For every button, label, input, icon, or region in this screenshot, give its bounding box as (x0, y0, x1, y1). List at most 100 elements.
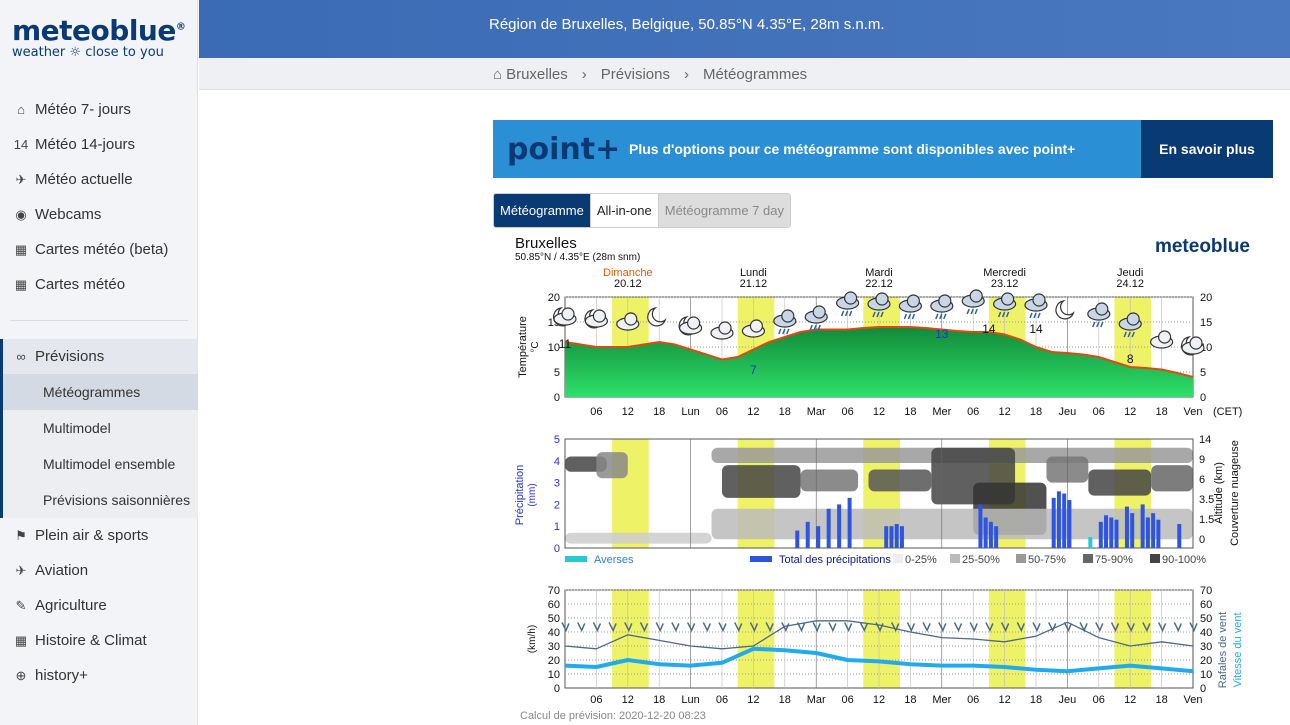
sidebar-more-item-4[interactable]: ⊕ history+ (0, 658, 198, 693)
sidebar-item-label: Histoire & Climat (35, 632, 147, 649)
wind-direction-arrow (718, 622, 727, 633)
rain-cloud-icon (1024, 293, 1048, 319)
sidebar-subitem-1[interactable]: Multimodel (0, 410, 198, 446)
legend-cloud-label: 50-75% (1028, 554, 1066, 566)
precip-bar (1098, 521, 1103, 548)
sidebar-item-label: Météo 14-jours (35, 136, 136, 153)
temp-ytick: 0 (554, 392, 560, 404)
precip-bar (1114, 519, 1119, 548)
tab-meteogramme-7-day[interactable]: Météogramme 7 day (658, 194, 790, 227)
temp-value-label: 7 (750, 363, 757, 377)
rain-drop (966, 308, 970, 315)
sidebar-item-3[interactable]: ◉ Webcams (0, 197, 198, 232)
x-tick-label: Mer (932, 694, 951, 706)
precip-bar (805, 521, 810, 548)
cloud-icon (710, 321, 734, 340)
cloud-puff (561, 307, 575, 321)
x-tick-label: Mar (807, 694, 826, 706)
home-weather-icon: ⌂ (17, 102, 25, 117)
sidebar-item-label: Météo actuelle (35, 171, 133, 188)
precip-bar (894, 524, 899, 548)
x-tick-label: 06 (1093, 694, 1105, 706)
meteoblue-logo[interactable]: meteoblue® weather ☼ close to you (12, 14, 186, 60)
x-tick-label: Lun (681, 694, 699, 706)
x-tick-label: 18 (904, 406, 916, 418)
x-tick-label: 18 (1155, 694, 1167, 706)
moon-shape (647, 307, 667, 327)
sidebar-subitem-0[interactable]: Météogrammes (0, 374, 198, 410)
wind-ytick-right: 50 (1200, 613, 1212, 625)
temp-unit-label: °C (530, 341, 541, 352)
sidebar-item-0[interactable]: ⌂ Météo 7- jours (0, 92, 198, 127)
sidebar-subitem-2[interactable]: Multimodel ensemble (0, 446, 198, 482)
temp-ytick-right: 0 (1200, 392, 1206, 404)
legend-cloud-swatch (893, 554, 903, 563)
sidebar-item-label: Cartes météo (beta) (35, 241, 169, 258)
sidebar-more-item-1[interactable]: ✈ Aviation (0, 553, 198, 588)
legend-total-swatch (750, 556, 772, 562)
temp-ytick-right: 20 (1200, 292, 1212, 304)
precip-bar (1156, 519, 1161, 548)
rain-drop (840, 310, 845, 317)
cloud-puff (969, 289, 983, 303)
precip-ytick: 4 (554, 456, 560, 468)
precip-bar (826, 508, 831, 548)
cloud-puff (718, 321, 732, 335)
sidebar-item-1[interactable]: 14 Météo 14-jours (0, 127, 198, 162)
map-icon: ▦ (14, 241, 28, 257)
moon-cloud-icon (584, 309, 609, 329)
precip-bar (978, 504, 983, 548)
rain-cloud-icon (773, 309, 797, 335)
pen-icon: ✎ (15, 597, 27, 613)
x-tick-label: 06 (841, 406, 853, 418)
calculation-time: Calcul de prévision: 2020-12-20 08:23 (520, 710, 706, 722)
temp-value-label: 13 (935, 327, 949, 341)
wind-ytick: 40 (548, 627, 560, 639)
tab-all-in-one[interactable]: All-in-one (590, 194, 659, 227)
sidebar-item-label: Prévisions (35, 348, 105, 365)
home-icon[interactable]: ⌂ (493, 66, 502, 83)
legend-cloud-swatch (1016, 554, 1026, 563)
cloud-cover-block (868, 469, 932, 492)
tab-meteogramme[interactable]: Météogramme (494, 194, 591, 227)
wind-ytick: 30 (548, 641, 560, 653)
sidebar-item-4[interactable]: ▦ Cartes météo (beta) (0, 232, 198, 267)
learn-more-button[interactable]: En savoir plus (1141, 120, 1273, 178)
chevron-right-icon: › (683, 66, 689, 83)
precip-unit-label: (mm) (527, 483, 538, 506)
cloud-icon (1149, 330, 1174, 349)
precip-axis-label: Précipitation (514, 465, 526, 526)
sidebar-more-item-2[interactable]: ✎ Agriculture (0, 588, 198, 623)
x-tick-label: 18 (1030, 694, 1042, 706)
cloud-cover-block (711, 508, 1193, 540)
temp-ytick: 20 (548, 292, 560, 304)
precip-bar (889, 526, 894, 548)
wind-direction-arrow (906, 622, 916, 633)
sidebar-subitem-3[interactable]: Prévisions saisonnières (0, 482, 198, 518)
point-plus-banner[interactable]: point+ Plus d'options pour ce météogramm… (493, 120, 1273, 178)
daylight-band (863, 590, 900, 688)
sidebar-more-item-0[interactable]: ⚑ Plein air & sports (0, 518, 198, 553)
rain-drop (935, 313, 939, 320)
altitude-ytick: 1.5 (1199, 514, 1214, 526)
wind-direction-arrow (843, 622, 853, 633)
sidebar-item-previsions[interactable]: ∞ Prévisions (0, 339, 198, 374)
moon-shape (1055, 300, 1075, 320)
sidebar-item-5[interactable]: ▦ Cartes météo (0, 267, 198, 302)
rain-drop (786, 328, 790, 335)
sidebar-more-item-3[interactable]: ▦ Histoire & Climat (0, 623, 198, 658)
rain-drop (911, 313, 916, 320)
x-tick-label: 12 (873, 694, 885, 706)
x-tick-label: 06 (716, 406, 728, 418)
breadcrumb-item-previsions[interactable]: Prévisions (601, 66, 670, 83)
temp-ytick-right: 5 (1200, 367, 1206, 379)
breadcrumb-item-bruxelles[interactable]: Bruxelles (506, 66, 568, 83)
legend-cloud-label: 90-100% (1162, 554, 1206, 566)
x-tick-label: Mar (807, 406, 826, 418)
wind-direction-arrow (969, 622, 978, 633)
temp-value-label: 8 (1127, 352, 1134, 366)
meteogram-tabs: Météogramme All-in-one Météogramme 7 day (493, 193, 791, 228)
wind-speed-axis-label: Vitesse du vent (1232, 612, 1244, 687)
sidebar-item-2[interactable]: ✈ Météo actuelle (0, 162, 198, 197)
wind-ytick: 20 (548, 655, 560, 667)
